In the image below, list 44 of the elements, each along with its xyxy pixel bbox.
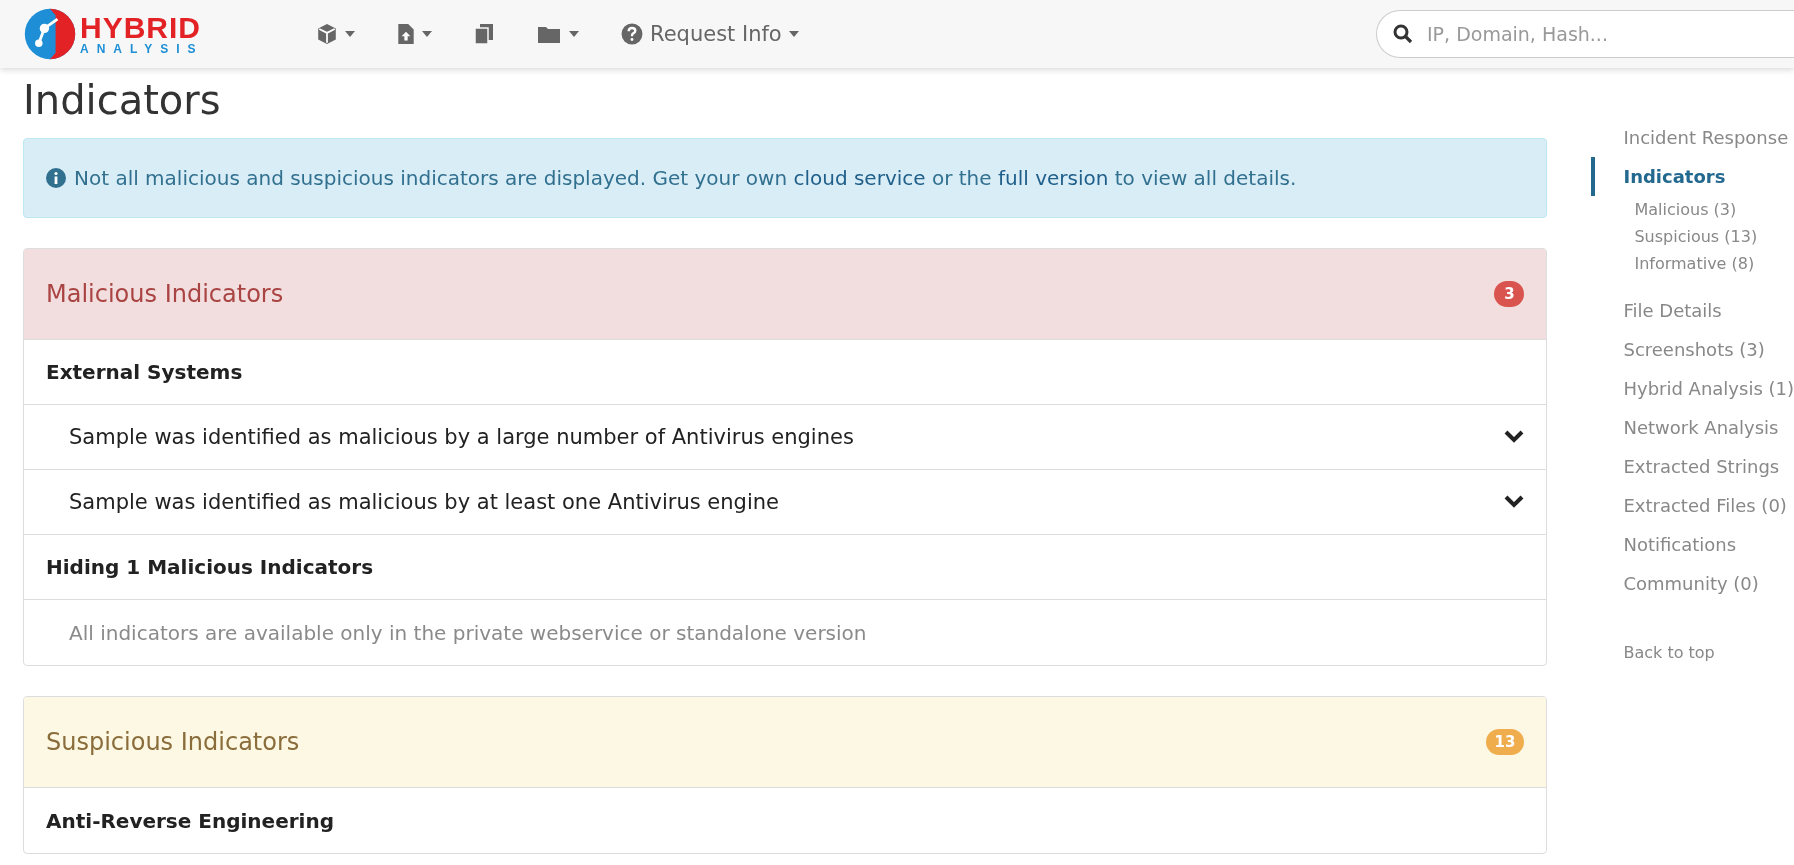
alert-message: Not all malicious and suspicious indicators are displayed. Get your own cloud service or the full version to view all details. — [74, 166, 1297, 190]
blurred-note: All indicators are available only in the private webservice or standalone version — [69, 620, 867, 645]
sidebar-link[interactable]: Extracted Files (0) — [1591, 486, 1794, 525]
sidebar-link[interactable]: File Details — [1591, 291, 1794, 330]
file-upload-icon — [397, 23, 415, 45]
folder-icon — [536, 24, 562, 44]
category-heading: Anti-Reverse Engineering — [46, 808, 334, 833]
panel-title: Suspicious Indicators — [46, 728, 300, 756]
logo-icon — [22, 6, 78, 62]
indicator-row[interactable]: Sample was identified as malicious by a large number of Antivirus engines — [24, 405, 1547, 470]
sidebar-link[interactable]: Incident Response — [1591, 118, 1794, 157]
page-title: Indicators — [23, 76, 222, 124]
count-badge: 13 — [1485, 729, 1525, 755]
copy-icon — [474, 23, 494, 45]
alert-link[interactable]: cloud service — [793, 166, 926, 190]
indicator-row[interactable]: Sample was identified as malicious by at least one Antivirus engine — [24, 470, 1547, 535]
caret-icon — [422, 31, 432, 37]
cube-icon — [316, 23, 338, 45]
sidebar-link[interactable]: Notifications — [1591, 525, 1794, 564]
request-info-menu[interactable]: Request Info — [617, 18, 803, 50]
caret-icon — [788, 31, 799, 37]
sidebar-link[interactable]: Indicators — [1591, 157, 1794, 196]
alert-link[interactable]: full version — [997, 166, 1109, 190]
logo-wordmark: HYBRID — [80, 13, 202, 43]
caret-icon — [345, 31, 355, 37]
sidebar-link[interactable]: Network Analysis — [1591, 408, 1794, 447]
search-icon — [1393, 24, 1413, 44]
caret-icon — [569, 31, 579, 37]
sidebar-link[interactable]: Community (0) — [1591, 564, 1794, 603]
sidebar-link[interactable]: Extracted Strings — [1591, 447, 1794, 486]
sidebar-link[interactable]: Screenshots (3) — [1591, 330, 1794, 369]
sidebar-link[interactable]: Hybrid Analysis (1) — [1591, 369, 1794, 408]
category-heading: Hiding 1 Malicious Indicators — [46, 555, 374, 579]
info-icon — [46, 168, 66, 188]
sidebar-sublink[interactable]: Suspicious (13) — [1634, 223, 1794, 250]
back-to-top-link[interactable]: Back to top — [1623, 643, 1794, 662]
panel-title: Malicious Indicators — [46, 280, 284, 308]
count-badge: 3 — [1494, 281, 1525, 307]
category-heading: External Systems — [46, 360, 243, 384]
search-field[interactable]: IP, Domain, Hash... — [1376, 10, 1794, 58]
logo-subtitle: ANALYSIS — [80, 43, 204, 55]
sidebar-sublink[interactable]: Informative (8) — [1634, 250, 1794, 277]
sidebar-sublink[interactable]: Malicious (3) — [1634, 196, 1794, 223]
help-icon — [621, 23, 643, 45]
